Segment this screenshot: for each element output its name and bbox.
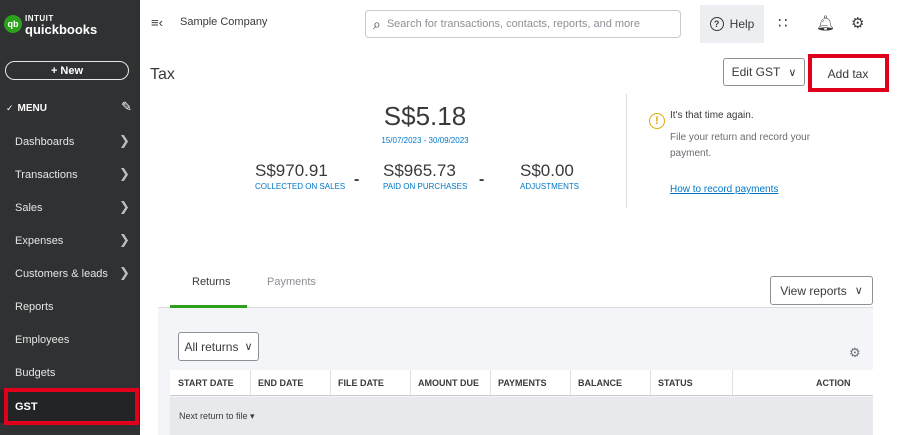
col-file-date[interactable]: FILE DATE (338, 378, 384, 388)
new-button[interactable]: + New (5, 61, 129, 80)
sidebar-item-employees[interactable]: Employees (0, 323, 140, 356)
edit-gst-label: Edit GST (731, 65, 781, 79)
logo-quickbooks-text: quickbooks (25, 22, 98, 37)
sidebar-item-dashboards[interactable]: Dashboards ❯ (0, 125, 140, 158)
sidebar-item-label: Transactions (15, 168, 78, 181)
paid-amount: S$965.73 (383, 161, 456, 180)
add-tax-highlight-box (808, 54, 889, 92)
returns-filter-select[interactable]: All returns ∨ (178, 332, 259, 361)
col-balance[interactable]: BALANCE (578, 378, 622, 388)
net-tax-amount: S$5.18 (383, 101, 467, 131)
pencil-icon[interactable]: ✎ (121, 99, 132, 115)
gear-icon[interactable]: ⚙ (851, 14, 864, 32)
returns-table-header: START DATE END DATE FILE DATE AMOUNT DUE… (170, 370, 873, 396)
bell-icon[interactable]: 🔔︎ (816, 14, 835, 32)
tab-returns[interactable]: Returns (192, 276, 231, 288)
col-payments[interactable]: PAYMENTS (498, 378, 547, 388)
chevron-down-icon: ∨ (244, 341, 253, 353)
sidebar-item-expenses[interactable]: Expenses ❯ (0, 224, 140, 257)
chevron-down-icon: ✓ (6, 102, 14, 113)
collected-label[interactable]: COLLECTED ON SALES (255, 182, 345, 191)
search-icon: ⌕ (373, 15, 381, 32)
col-amount-due[interactable]: AMOUNT DUE (418, 378, 479, 388)
sidebar-item-customers-leads[interactable]: Customers & leads ❯ (0, 257, 140, 290)
sidebar-item-reports[interactable]: Reports (0, 290, 140, 323)
sidebar-item-label: Budgets (15, 366, 56, 379)
sidebar-item-sales[interactable]: Sales ❯ (0, 191, 140, 224)
adjustments-label[interactable]: ADJUSTMENTS (520, 182, 579, 191)
sidebar-item-label: Customers & leads (15, 267, 108, 280)
summary-divider (626, 94, 627, 208)
minus-sign: - (354, 171, 360, 188)
search-input[interactable]: ⌕ Search for transactions, contacts, rep… (365, 10, 681, 38)
col-status[interactable]: STATUS (658, 378, 693, 388)
sidebar-item-label: Reports (15, 300, 54, 313)
tab-payments[interactable]: Payments (267, 276, 316, 288)
paid-label[interactable]: PAID ON PURCHASES (383, 182, 467, 191)
company-name: Sample Company (180, 16, 268, 28)
view-reports-button[interactable]: View reports ∨ (770, 276, 873, 305)
sidebar-item-label: Sales (15, 201, 43, 214)
warning-icon: ! (649, 113, 665, 129)
sidebar-item-transactions[interactable]: Transactions ❯ (0, 158, 140, 191)
col-start-date[interactable]: START DATE (178, 378, 234, 388)
alert-body: File your return and record your payment… (670, 132, 811, 159)
view-reports-label: View reports (780, 283, 847, 298)
next-return-label: Next return to file ▾ (179, 411, 255, 421)
table-settings-gear-icon[interactable]: ⚙ (849, 345, 861, 361)
menu-header[interactable]: ✓ MENU ✎ (0, 99, 140, 117)
help-icon: ? (709, 17, 724, 31)
chevron-down-icon: ∨ (854, 285, 863, 297)
gst-highlight-box (4, 388, 139, 425)
chevron-down-icon: ∨ (788, 66, 797, 79)
minus-sign: - (479, 171, 485, 188)
menu-label: MENU (17, 102, 47, 114)
how-to-record-payments-link[interactable]: How to record payments (670, 184, 778, 195)
chevron-right-icon: ❯ (119, 133, 130, 148)
sidebar-item-label: Employees (15, 333, 70, 346)
chevron-right-icon: ❯ (119, 265, 130, 280)
tax-period[interactable]: 15/07/2023 - 30/09/2023 (360, 136, 490, 145)
sidebar: qb INTUIT quickbooks + New ✓ MENU ✎ Dash… (0, 0, 140, 435)
collected-amount: S$970.91 (255, 161, 328, 180)
search-placeholder: Search for transactions, contacts, repor… (386, 18, 640, 30)
help-button[interactable]: ? Help (700, 5, 764, 43)
apps-grid-icon[interactable]: ∷ (778, 14, 788, 32)
next-return-group-row[interactable]: Next return to file ▾ (170, 397, 873, 435)
alert-title: It's that time again. (670, 110, 754, 121)
quickbooks-logo-icon: qb (4, 15, 22, 33)
menu-toggle-icon[interactable]: ≡‹ (151, 15, 163, 30)
col-action: ACTION (816, 378, 851, 388)
help-label: Help (729, 17, 755, 31)
returns-filter-value: All returns (184, 339, 239, 354)
quickbooks-logo[interactable]: qb INTUIT quickbooks (4, 13, 98, 37)
sidebar-item-label: Dashboards (15, 135, 75, 148)
page-title: Tax (150, 66, 175, 83)
edit-gst-button[interactable]: Edit GST ∨ (723, 58, 805, 86)
sidebar-item-label: Expenses (15, 234, 64, 247)
chevron-right-icon: ❯ (119, 166, 130, 181)
chevron-right-icon: ❯ (119, 199, 130, 214)
sidebar-item-budgets[interactable]: Budgets (0, 356, 140, 389)
adjustments-amount: S$0.00 (520, 161, 574, 180)
chevron-right-icon: ❯ (119, 232, 130, 247)
col-end-date[interactable]: END DATE (258, 378, 303, 388)
